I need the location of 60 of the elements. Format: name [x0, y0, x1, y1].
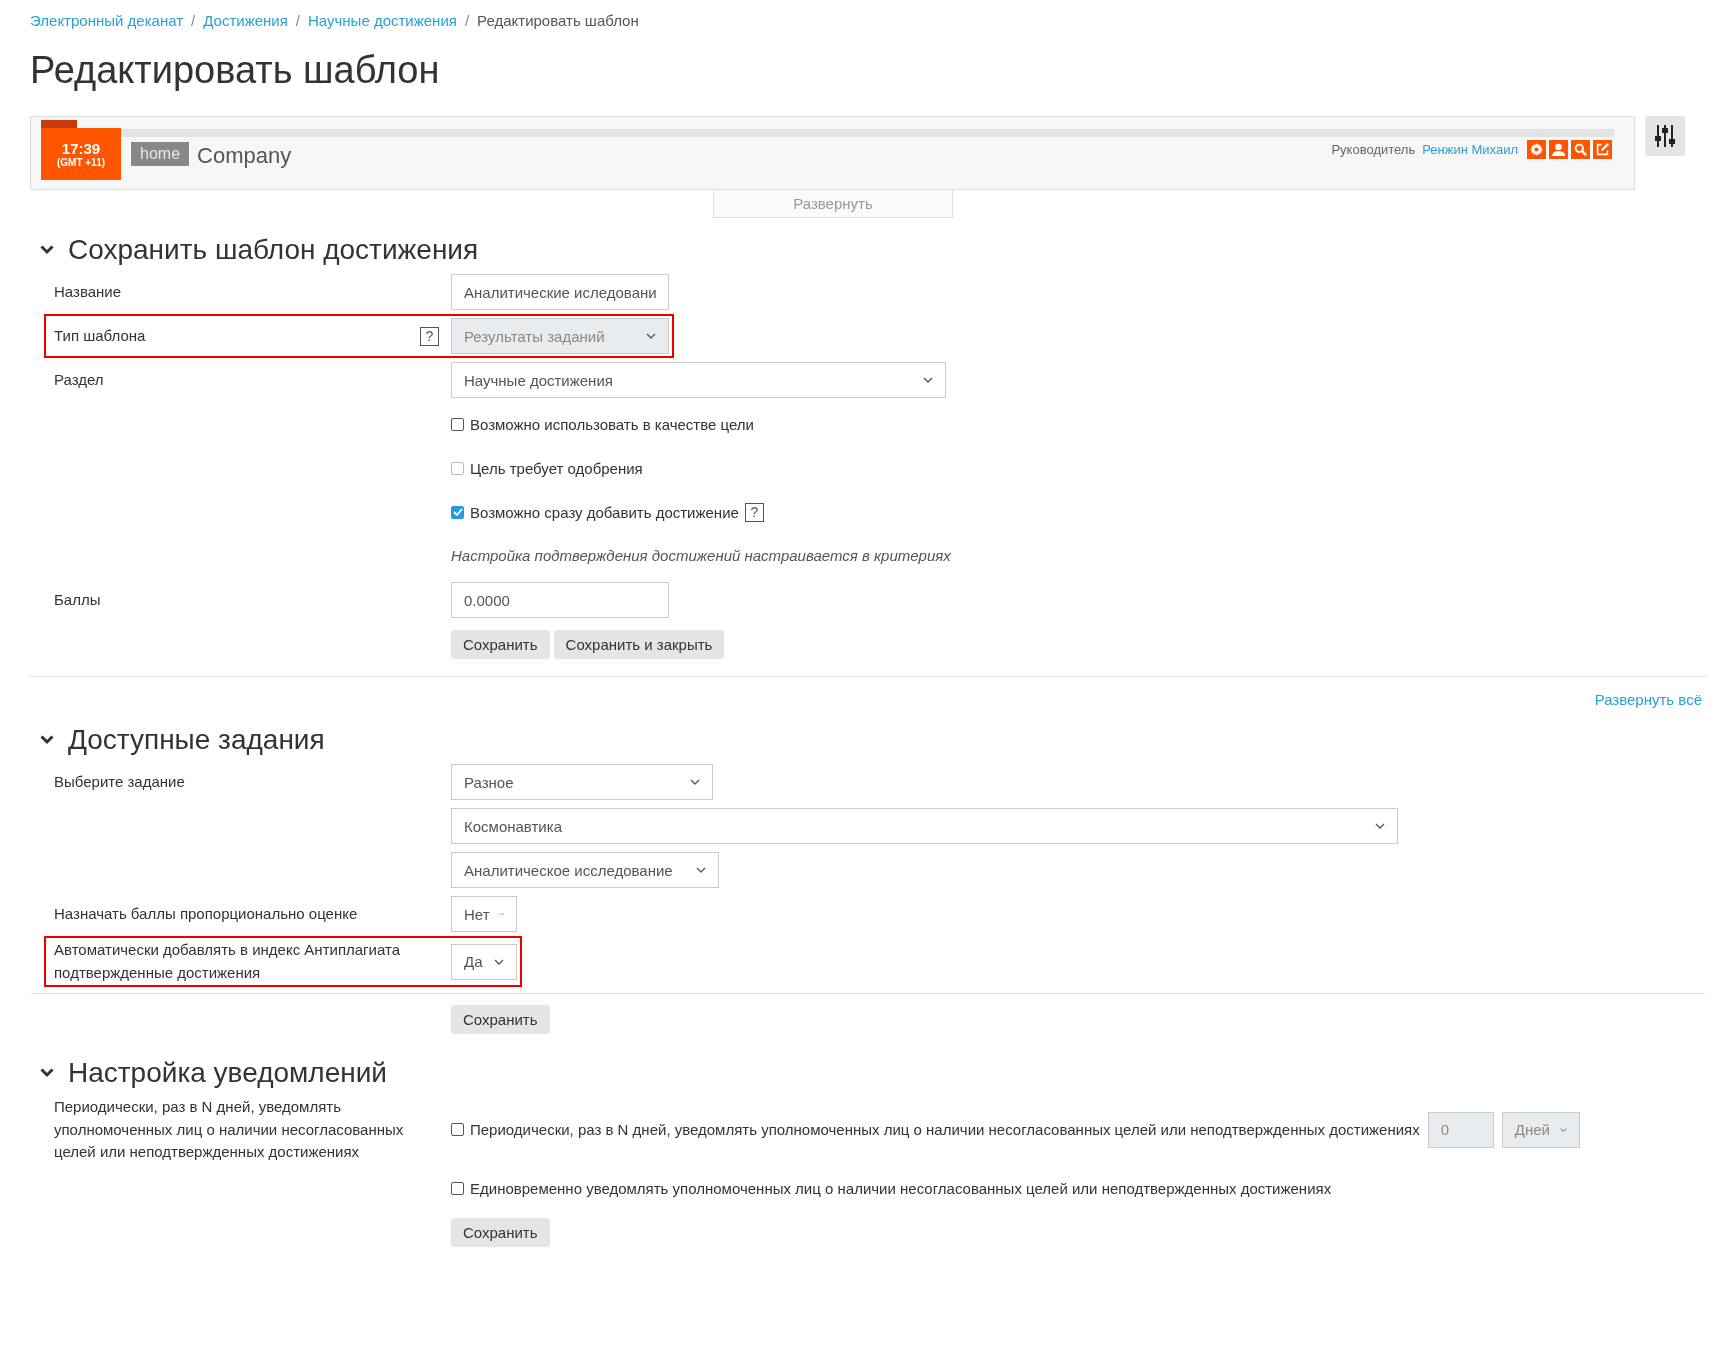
section-title[interactable]: Сохранить шаблон достижения — [68, 234, 479, 266]
save-button[interactable]: Сохранить — [451, 1004, 550, 1034]
select-dropdown[interactable]: Да — [451, 943, 517, 980]
chevron-icon[interactable] — [40, 735, 54, 745]
text-field[interactable]: 0.0000 — [451, 582, 669, 618]
field-label: Автоматически добавлять в индекс Антиплагиата подтвержденные достижения — [54, 940, 402, 983]
field-label: Раздел — [54, 369, 104, 390]
field-label: Баллы — [54, 589, 101, 610]
select-dropdown[interactable]: Аналитическое исследование — [451, 852, 719, 888]
text-field[interactable]: Аналитические иследовани — [451, 274, 669, 310]
page-title: Редактировать шаблон — [30, 49, 441, 92]
select-dropdown[interactable]: Космонавтика — [451, 808, 1398, 844]
caret-icon — [499, 911, 504, 917]
checkbox[interactable] — [451, 505, 464, 519]
select-dropdown[interactable]: Научные достижения — [451, 362, 946, 398]
help-icon[interactable]: ? — [744, 502, 764, 522]
field-label: Периодически, раз в N дней, уведомлять уполномоченных лиц о наличии несогласованных целей или неподтвержденных достижениях — [54, 1097, 405, 1162]
checkbox[interactable] — [451, 1123, 464, 1137]
search-icon[interactable] — [1571, 140, 1590, 159]
settings-icon[interactable] — [1527, 140, 1546, 159]
hint-text: Настройка подтверждения достижений настраивается в критериях — [451, 546, 951, 566]
company-name: Company — [197, 143, 292, 169]
save-button[interactable]: Сохранить — [451, 629, 550, 659]
checkbox-label[interactable]: Возможно использовать в качестве цели — [470, 415, 754, 433]
breadcrumb-separator: / — [464, 12, 470, 29]
role-label: Руководитель — [1331, 142, 1416, 157]
caret-icon — [923, 377, 933, 383]
save-button[interactable]: Сохранить — [451, 1218, 550, 1247]
checkbox-label[interactable]: Периодически, раз в N дней, уведомлять уполномоченных лиц о наличии несогласованных целей или неподтвержденных достижениях — [470, 1121, 1420, 1139]
breadcrumb-separator: / — [191, 12, 196, 29]
edit-icon[interactable] — [1593, 140, 1612, 159]
caret-icon — [690, 779, 700, 785]
user-icon[interactable] — [1549, 140, 1568, 159]
field-label: Название — [54, 281, 122, 302]
save-button[interactable]: Сохранить и закрыть — [553, 629, 725, 659]
field-label: Тип шаблона — [54, 325, 146, 346]
select-dropdown[interactable]: Разное — [451, 764, 713, 800]
section-title[interactable]: Доступные задания — [68, 724, 325, 756]
clock-time: 17:39 — [61, 140, 101, 157]
field-label: Выберите задание — [54, 771, 185, 792]
checkbox-label[interactable]: Единовременно уведомлять уполномоченных лиц о наличии несогласованных целей или неподтвержденных достижениях — [470, 1180, 1332, 1197]
clock-timezone: (GMT +11) — [56, 157, 106, 168]
settings-button[interactable] — [1645, 116, 1685, 156]
chevron-icon[interactable] — [40, 245, 54, 255]
checkbox[interactable] — [451, 1182, 464, 1195]
select-dropdown[interactable]: Нет — [451, 896, 517, 932]
checkbox[interactable] — [451, 417, 464, 431]
section-title[interactable]: Настройка уведомлений — [68, 1057, 387, 1089]
caret-icon — [646, 333, 656, 339]
caret-icon — [494, 958, 504, 965]
caret-icon — [696, 867, 706, 873]
caret-icon — [1559, 1126, 1567, 1133]
help-icon[interactable]: ? — [420, 326, 439, 346]
breadcrumb-separator: / — [295, 12, 300, 29]
checkbox-label[interactable]: Возможно сразу добавить достижение — [470, 503, 739, 521]
sliders-icon[interactable] — [1653, 124, 1677, 148]
caret-icon — [1375, 823, 1385, 829]
breadcrumb-current: Редактировать шаблон — [477, 12, 639, 29]
chevron-icon[interactable] — [40, 1068, 54, 1078]
field-label: Назначать баллы пропорционально оценке — [54, 903, 358, 924]
